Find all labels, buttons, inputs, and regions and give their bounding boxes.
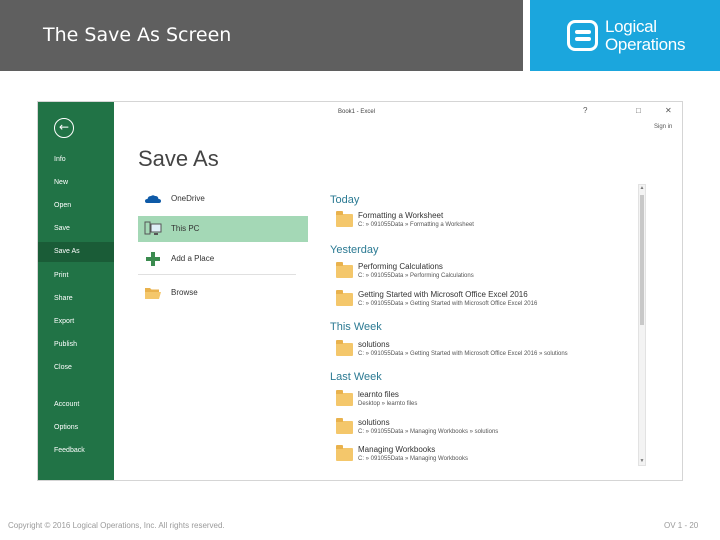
folder-path: C: » 091055Data » Getting Started with M… [358,351,568,357]
folder-entry[interactable]: Getting Started with Microsoft Office Ex… [336,290,636,314]
folder-icon [336,262,353,278]
folder-icon [336,290,353,306]
section-today: Today [330,194,360,206]
scroll-thumb[interactable] [640,195,644,325]
nav-share[interactable]: Share [38,289,114,309]
nav-print[interactable]: Print [38,266,114,286]
nav-save-as[interactable]: Save As [38,242,114,262]
sign-in-link[interactable]: Sign in [654,124,672,130]
folder-entry[interactable]: solutions C: » 091055Data » Managing Wor… [336,418,636,442]
nav-info[interactable]: Info [38,150,114,170]
location-label: OneDrive [171,194,205,203]
location-label: Browse [171,288,198,297]
nav-new[interactable]: New [38,173,114,193]
slide-title: The Save As Screen [43,24,232,46]
copyright-text: Copyright © 2016 Logical Operations, Inc… [8,521,225,530]
page-heading: Save As [138,146,219,171]
folder-path: C: » 091055Data » Managing Workbooks » s… [358,429,499,435]
folder-path: C: » 091055Data » Formatting a Worksheet [358,222,474,228]
folder-entry[interactable]: solutions C: » 091055Data » Getting Star… [336,340,636,364]
folder-name: Performing Calculations [358,262,443,271]
section-yesterday: Yesterday [330,244,379,256]
logo-line-2: Operations [605,35,686,54]
folder-icon [336,211,353,227]
section-last-week: Last Week [330,371,382,383]
folder-name: learnto files [358,390,399,399]
location-this-pc[interactable]: This PC [138,216,308,242]
location-add-a-place[interactable]: Add a Place [138,246,308,272]
location-onedrive[interactable]: OneDrive [138,186,308,212]
nav-account[interactable]: Account [38,395,114,415]
location-browse[interactable]: Browse [138,280,308,306]
folder-open-icon [145,288,161,299]
section-this-week: This Week [330,321,382,333]
scroll-down-icon[interactable]: ▼ [639,458,645,465]
folder-entry[interactable]: learnto files Desktop » learnto files [336,390,636,414]
logical-operations-logo: Logical Operations [530,0,720,71]
folder-icon [336,445,353,461]
nav-export[interactable]: Export [38,312,114,332]
backstage-nav: ← Info New Open Save Save As Print Share… [38,102,114,480]
back-arrow-icon[interactable]: ← [54,118,74,138]
folder-name: Formatting a Worksheet [358,211,444,220]
scroll-up-icon[interactable]: ▲ [639,185,645,192]
folder-icon [336,390,353,406]
cloud-icon [145,195,161,203]
restore-icon[interactable]: □ [636,106,641,115]
nav-options[interactable]: Options [38,418,114,438]
nav-save[interactable]: Save [38,219,114,239]
computer-icon [144,221,162,235]
folder-name: solutions [358,418,390,427]
folder-entry[interactable]: Performing Calculations C: » 091055Data … [336,262,636,286]
folder-entry[interactable]: Formatting a Worksheet C: » 091055Data »… [336,211,636,235]
nav-close[interactable]: Close [38,358,114,378]
logo-mark-icon [567,20,598,51]
window-title: Book1 - Excel [338,109,376,115]
folder-name: solutions [358,340,390,349]
folder-icon [336,340,353,356]
close-icon[interactable]: ✕ [665,106,672,115]
folder-path: C: » 091055Data » Getting Started with M… [358,301,538,307]
nav-publish[interactable]: Publish [38,335,114,355]
folder-entry[interactable]: Managing Workbooks C: » 091055Data » Man… [336,445,636,469]
logo-text: Logical Operations [605,18,685,54]
location-label: This PC [171,224,200,233]
page-number: OV 1 - 20 [664,521,699,530]
recent-scrollbar[interactable]: ▲ ▼ [638,184,646,466]
plus-icon [146,252,160,266]
nav-feedback[interactable]: Feedback [38,441,114,461]
folder-path: Desktop » learnto files [358,401,418,407]
excel-backstage-window: ← Info New Open Save Save As Print Share… [37,101,683,481]
slide-header: The Save As Screen [0,0,523,71]
folder-name: Managing Workbooks [358,445,436,454]
logo-line-1: Logical [605,17,657,36]
folder-path: C: » 091055Data » Performing Calculation… [358,273,474,279]
folder-icon [336,418,353,434]
locations-divider [138,274,296,275]
folder-path: C: » 091055Data » Managing Workbooks [358,456,468,462]
nav-open[interactable]: Open [38,196,114,216]
location-label: Add a Place [171,254,215,263]
folder-name: Getting Started with Microsoft Office Ex… [358,290,528,299]
help-icon[interactable]: ? [583,106,587,115]
